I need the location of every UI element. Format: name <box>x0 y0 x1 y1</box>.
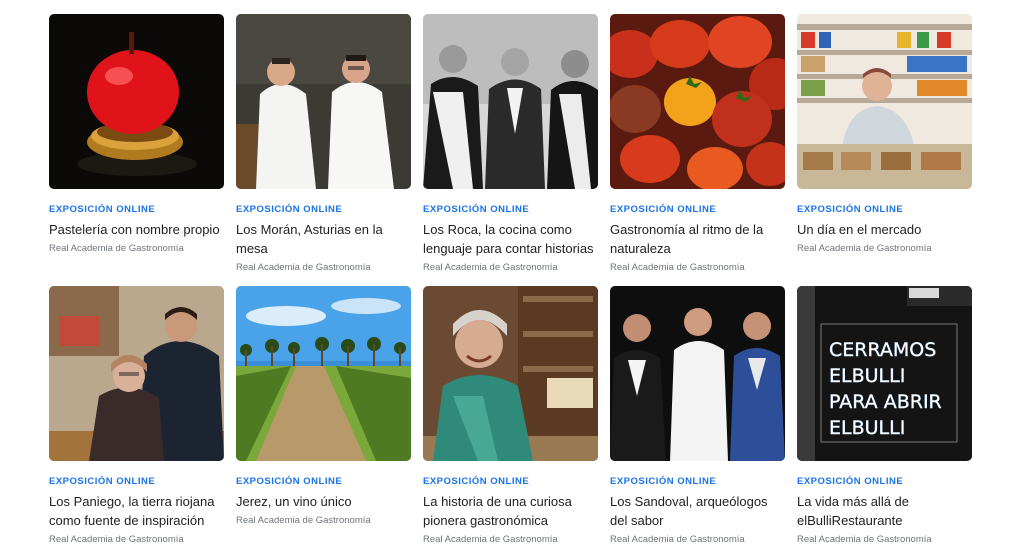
exhibit-thumbnail[interactable] <box>797 14 972 189</box>
roca-brothers-image <box>423 14 598 189</box>
exhibit-card[interactable]: EXPOSICIÓN ONLINE Los Morán, Asturias en… <box>236 14 411 273</box>
chefs-image <box>236 14 411 189</box>
exhibit-source: Real Academia de Gastronomía <box>797 534 932 545</box>
exhibit-thumbnail[interactable] <box>236 14 411 189</box>
exhibit-thumbnail[interactable] <box>49 14 224 189</box>
neon-line: PARA ABRIR <box>829 391 942 413</box>
exhibit-title[interactable]: Pastelería con nombre propio <box>49 220 224 239</box>
exhibit-title[interactable]: La vida más allá de elBulliRestaurante <box>797 492 972 530</box>
exhibit-card[interactable]: EXPOSICIÓN ONLINE Gastronomía al ritmo d… <box>610 14 785 273</box>
exhibit-source: Real Academia de Gastronomía <box>423 534 558 545</box>
exhibit-source: Real Academia de Gastronomía <box>236 262 371 273</box>
exhibit-card[interactable]: EXPOSICIÓN ONLINE La historia de una cur… <box>423 286 598 545</box>
exhibit-source: Real Academia de Gastronomía <box>423 262 558 273</box>
exhibit-card[interactable]: EXPOSICIÓN ONLINE Un día en el mercado R… <box>797 14 972 273</box>
exhibit-type-label: EXPOSICIÓN ONLINE <box>423 476 530 487</box>
exhibit-thumbnail[interactable] <box>236 286 411 461</box>
grid-row: EXPOSICIÓN ONLINE Los Paniego, la tierra… <box>49 286 973 545</box>
grid-row: EXPOSICIÓN ONLINE Pastelería con nombre … <box>49 14 973 273</box>
pioneer-image <box>423 286 598 461</box>
exhibit-title[interactable]: Los Roca, la cocina como lenguaje para c… <box>423 220 598 258</box>
exhibit-title[interactable]: Un día en el mercado <box>797 220 972 239</box>
dessert-image <box>49 14 224 189</box>
exhibit-source: Real Academia de Gastronomía <box>610 262 745 273</box>
exhibit-type-label: EXPOSICIÓN ONLINE <box>797 476 904 487</box>
exhibit-title[interactable]: La historia de una curiosa pionera gastr… <box>423 492 598 530</box>
exhibit-type-label: EXPOSICIÓN ONLINE <box>49 204 156 215</box>
exhibit-card[interactable]: EXPOSICIÓN ONLINE Los Sandoval, arqueólo… <box>610 286 785 545</box>
exhibit-type-label: EXPOSICIÓN ONLINE <box>49 476 156 487</box>
exhibit-source: Real Academia de Gastronomía <box>610 534 745 545</box>
exhibit-type-label: EXPOSICIÓN ONLINE <box>423 204 530 215</box>
vineyard-image <box>236 286 411 461</box>
neon-line: ELBULLI <box>829 417 905 439</box>
exhibit-title[interactable]: Los Morán, Asturias en la mesa <box>236 220 411 258</box>
exhibit-type-label: EXPOSICIÓN ONLINE <box>610 476 717 487</box>
sandoval-image <box>610 286 785 461</box>
exhibit-card[interactable]: CERRAMOS ELBULLI PARA ABRIR ELBULLI EXPO… <box>797 286 972 545</box>
exhibit-card[interactable]: EXPOSICIÓN ONLINE Los Roca, la cocina co… <box>423 14 598 273</box>
neon-line: CERRAMOS <box>829 339 936 361</box>
market-image <box>797 14 972 189</box>
exhibitions-grid: EXPOSICIÓN ONLINE Pastelería con nombre … <box>49 14 973 545</box>
exhibit-title[interactable]: Los Paniego, la tierra riojana como fuen… <box>49 492 224 530</box>
tomatoes-image <box>610 14 785 189</box>
exhibit-thumbnail[interactable] <box>423 286 598 461</box>
exhibit-source: Real Academia de Gastronomía <box>797 243 932 254</box>
exhibit-type-label: EXPOSICIÓN ONLINE <box>610 204 717 215</box>
exhibit-thumbnail[interactable] <box>423 14 598 189</box>
exhibit-source: Real Academia de Gastronomía <box>49 243 184 254</box>
exhibit-thumbnail[interactable] <box>49 286 224 461</box>
exhibit-thumbnail[interactable] <box>610 286 785 461</box>
exhibit-card[interactable]: EXPOSICIÓN ONLINE Los Paniego, la tierra… <box>49 286 224 545</box>
neon-line: ELBULLI <box>829 365 905 387</box>
paniego-image <box>49 286 224 461</box>
exhibit-thumbnail[interactable]: CERRAMOS ELBULLI PARA ABRIR ELBULLI <box>797 286 972 461</box>
exhibit-card[interactable]: EXPOSICIÓN ONLINE Pastelería con nombre … <box>49 14 224 273</box>
exhibit-thumbnail[interactable] <box>610 14 785 189</box>
exhibit-title[interactable]: Gastronomía al ritmo de la naturaleza <box>610 220 785 258</box>
exhibit-type-label: EXPOSICIÓN ONLINE <box>797 204 904 215</box>
exhibit-type-label: EXPOSICIÓN ONLINE <box>236 204 343 215</box>
exhibit-source: Real Academia de Gastronomía <box>49 534 184 545</box>
exhibit-title[interactable]: Jerez, un vino único <box>236 492 411 511</box>
exhibit-title[interactable]: Los Sandoval, arqueólogos del sabor <box>610 492 785 530</box>
exhibit-card[interactable]: EXPOSICIÓN ONLINE Jerez, un vino único R… <box>236 286 411 545</box>
exhibit-source: Real Academia de Gastronomía <box>236 515 371 526</box>
neon-sign-image: CERRAMOS ELBULLI PARA ABRIR ELBULLI <box>797 286 972 461</box>
exhibit-type-label: EXPOSICIÓN ONLINE <box>236 476 343 487</box>
